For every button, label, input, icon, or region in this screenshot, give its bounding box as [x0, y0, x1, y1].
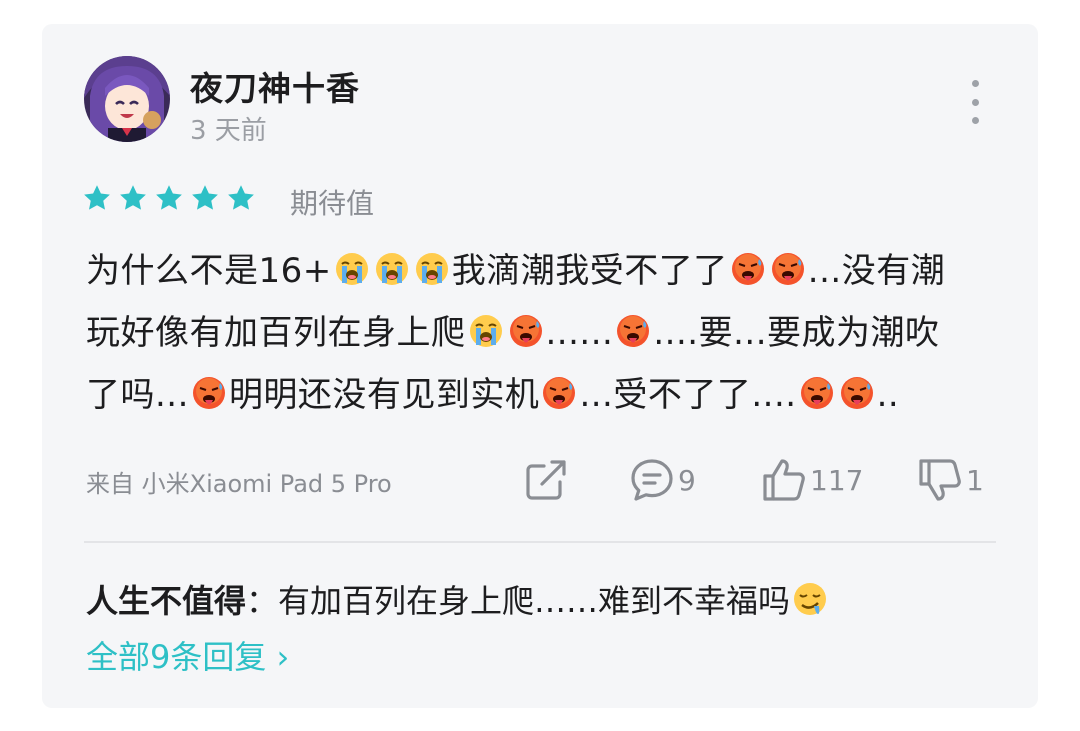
review-text-segment: .. — [876, 375, 900, 415]
star-icon — [154, 183, 184, 213]
loudly-crying-face-icon — [334, 251, 370, 287]
review-text: 为什么不是16+ 我滴潮我受不了了 ...没有潮 玩好像有加百列在身上爬......… — [86, 240, 1006, 426]
device-source: 来自 小米Xiaomi Pad 5 Pro — [86, 470, 392, 498]
review-text-segment: 明明还没有见到实机 — [228, 375, 540, 415]
loudly-crying-face-icon — [468, 313, 504, 349]
rating-label: 期待值 — [290, 187, 375, 220]
review-text-segment: ....要...要成为潮吹 — [653, 313, 940, 353]
reply-preview[interactable]: 人生不值得：有加百列在身上爬……难到不幸福吗 — [86, 576, 830, 622]
hot-face-icon — [191, 375, 227, 411]
like-count: 117 — [810, 463, 864, 497]
hot-face-icon — [770, 251, 806, 287]
hot-face-icon — [839, 375, 875, 411]
comment-icon — [631, 459, 673, 501]
comment-button[interactable]: 9 — [628, 454, 696, 506]
star-rating — [82, 183, 256, 219]
timestamp: 3 天前 — [190, 116, 267, 146]
review-text-segment: 为什么不是16+ — [86, 251, 332, 291]
star-icon — [82, 183, 112, 213]
star-icon — [118, 183, 148, 213]
hot-face-icon — [615, 313, 651, 349]
hot-face-icon — [799, 375, 835, 411]
review-text-segment: 了吗... — [86, 375, 189, 415]
thumbs-up-icon — [763, 459, 805, 501]
review-text-segment: 玩好像有加百列在身上爬 — [86, 313, 466, 353]
comment-count: 9 — [678, 463, 696, 497]
loudly-crying-face-icon — [414, 251, 450, 287]
review-text-segment: 我滴潮我受不了了 — [451, 251, 728, 291]
star-icon — [190, 183, 220, 213]
share-icon — [526, 460, 566, 500]
user-avatar[interactable] — [84, 56, 170, 142]
more-options-icon[interactable] — [958, 80, 992, 124]
reply-author[interactable]: 人生不值得 — [86, 582, 246, 620]
star-icon — [226, 183, 256, 213]
review-text-segment: ...没有潮 — [807, 251, 946, 291]
drooling-face-icon — [792, 581, 828, 617]
like-button[interactable]: 117 — [760, 454, 863, 506]
divider — [84, 541, 996, 543]
hot-face-icon — [730, 251, 766, 287]
dislike-count: 1 — [966, 463, 984, 497]
hot-face-icon — [508, 313, 544, 349]
review-text-segment: ...... — [545, 313, 614, 353]
username[interactable]: 夜刀神十香 — [190, 62, 360, 110]
hot-face-icon — [541, 375, 577, 411]
loudly-crying-face-icon — [374, 251, 410, 287]
reply-separator: ： — [246, 582, 279, 620]
view-all-replies-link[interactable]: 全部9条回复 › — [86, 632, 289, 678]
dislike-button[interactable]: 1 — [916, 454, 984, 506]
review-text-segment: ...受不了了.... — [579, 375, 797, 415]
reply-text: 有加百列在身上爬……难到不幸福吗 — [278, 582, 791, 620]
share-button[interactable] — [522, 454, 570, 506]
thumbs-down-icon — [919, 459, 961, 501]
